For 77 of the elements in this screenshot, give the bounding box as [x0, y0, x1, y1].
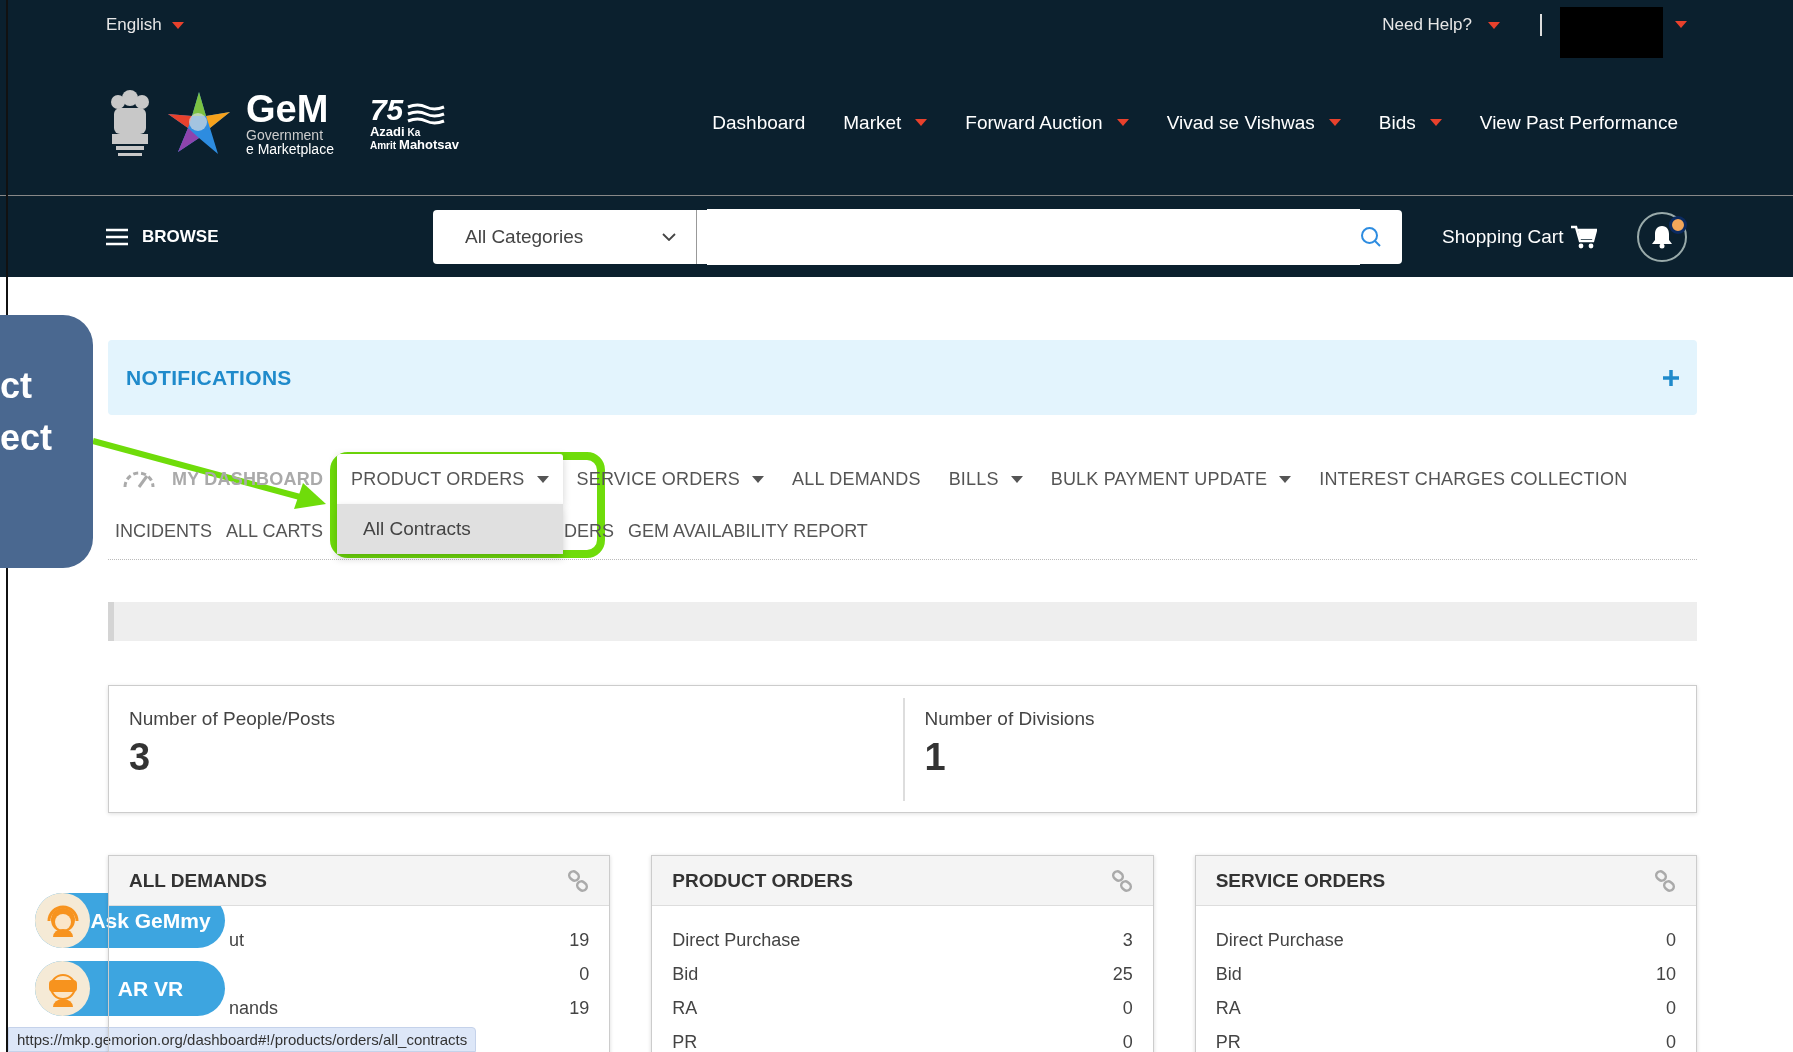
- language-selector[interactable]: English: [106, 15, 184, 35]
- caret-icon: [171, 21, 184, 29]
- card-title: SERVICE ORDERS: [1215, 869, 1386, 892]
- stat-label: Number of People/Posts: [129, 708, 336, 730]
- row-value: 25: [1112, 963, 1133, 985]
- tab[interactable]: ALL DEMANDS: [778, 454, 935, 504]
- row-label: Direct Purchase: [672, 929, 801, 951]
- row-label: Bid: [1215, 963, 1242, 985]
- menu-item[interactable]: All Contracts: [337, 504, 563, 554]
- row-label: RA: [1215, 997, 1241, 1019]
- row-label: nands: [229, 997, 279, 1019]
- shopping-cart-link[interactable]: Shopping Cart: [1442, 224, 1598, 249]
- nav-link[interactable]: Market: [843, 111, 928, 134]
- caret-icon: [1488, 21, 1500, 29]
- browse-button[interactable]: BROWSE: [106, 226, 433, 247]
- link-icon[interactable]: [567, 869, 590, 892]
- row-value: 19: [569, 929, 590, 951]
- nav-link[interactable]: Bids: [1378, 111, 1442, 134]
- row-label: RA: [672, 997, 698, 1019]
- search-icon: [1360, 225, 1382, 248]
- expand-button[interactable]: [1663, 369, 1679, 386]
- row-label: Direct Purchase: [1215, 929, 1344, 951]
- caret-icon: [1675, 20, 1687, 28]
- plus-icon: [1663, 369, 1679, 386]
- row-value: 19: [569, 997, 590, 1019]
- row-value: 0: [1122, 997, 1133, 1019]
- logo-title: GeM: [246, 89, 330, 128]
- logo-word: Mahotsav: [399, 137, 460, 151]
- row-value: 0: [1122, 1031, 1133, 1052]
- row-value: 0: [1666, 929, 1676, 951]
- row-value: 0: [579, 963, 590, 985]
- help-menu[interactable]: Need Help?: [1382, 15, 1500, 35]
- link-icon[interactable]: [1110, 869, 1133, 892]
- nav-link[interactable]: Vivad se Vishwas: [1166, 111, 1341, 134]
- anniversary-number: 75: [369, 94, 404, 125]
- row-value: 3: [1122, 929, 1133, 951]
- logo-subtitle: e Marketplace: [246, 141, 334, 156]
- row-label: PR: [672, 1031, 698, 1052]
- callout-text: ect: [0, 417, 54, 459]
- cart-icon: [1571, 224, 1598, 249]
- stat-value: 3: [129, 736, 152, 779]
- tab[interactable]: BILLS: [934, 454, 1037, 504]
- nav-link[interactable]: Forward Auction: [965, 111, 1129, 134]
- notification-bell-button[interactable]: [1637, 211, 1688, 262]
- logo-word: Ka: [407, 127, 421, 138]
- logo-word: Amrit: [369, 140, 397, 151]
- status-url: https://mkp.gemorion.org/dashboard#!/products/orders/all_contracts: [8, 1027, 477, 1052]
- search-field[interactable]: [697, 209, 1402, 264]
- row-value: 10: [1655, 963, 1676, 985]
- tab[interactable]: GEM AVAILABILITY REPORT: [621, 506, 875, 556]
- speedometer-icon: [122, 469, 156, 489]
- logo-word: Azadi: [369, 124, 405, 138]
- row-label: Bid: [672, 963, 699, 985]
- tab[interactable]: ALL CARTS: [219, 506, 331, 556]
- stat-value: 1: [924, 736, 947, 779]
- row-value: 0: [1666, 997, 1676, 1019]
- row-label: PR: [1215, 1031, 1241, 1052]
- nav-link[interactable]: View Past Performance: [1479, 111, 1678, 134]
- logo-subtitle: Government: [246, 127, 325, 142]
- row-label: ut: [229, 929, 244, 951]
- card-title: ALL DEMANDS: [129, 869, 267, 892]
- callout-text: ct: [0, 365, 33, 407]
- nav-link[interactable]: Dashboard: [712, 111, 806, 134]
- flag-waves-icon: [406, 102, 447, 125]
- chevron-down-icon: [662, 232, 676, 241]
- notifications-title: NOTIFICATIONS: [126, 365, 292, 390]
- row-value: 0: [1666, 1031, 1676, 1052]
- stat-label: Number of Divisions: [924, 708, 1096, 730]
- category-select[interactable]: All Categories: [433, 209, 697, 264]
- card-title: PRODUCT ORDERS: [672, 869, 853, 892]
- tab[interactable]: INCIDENTS: [108, 506, 219, 556]
- tab[interactable]: INTEREST CHARGES COLLECTION: [1305, 454, 1642, 504]
- emblem-drawing: [108, 87, 152, 158]
- bell-icon: [1651, 224, 1674, 249]
- menu-icon: [106, 227, 128, 246]
- tab[interactable]: BULK PAYMENT UPDATE: [1036, 454, 1306, 504]
- link-icon[interactable]: [1654, 869, 1676, 892]
